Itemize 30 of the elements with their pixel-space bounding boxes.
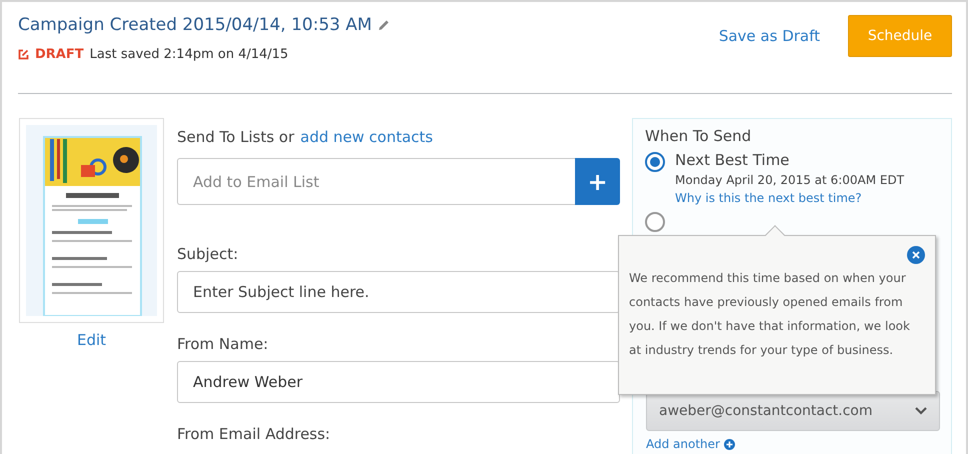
last-saved-text: Last saved 2:14pm on 4/14/15 [90, 47, 288, 62]
text-field[interactable]: Andrew Weber [177, 361, 620, 403]
text-field[interactable]: Enter Subject line here. [177, 271, 620, 313]
campaign-title: Campaign Created 2015/04/14, 10:53 AM [18, 15, 372, 35]
add-contacts-link[interactable]: add new contacts [300, 128, 433, 146]
field-label: From Name: [177, 335, 270, 353]
radio-button[interactable] [645, 152, 665, 172]
close-button[interactable] [907, 246, 925, 264]
option-label: Next Best Time [675, 151, 790, 169]
panel-title: When To Send [645, 127, 752, 145]
tooltip-text: We recommend this time based on when your contacts have previously opened emails from you. If we don't have that information, we look at industry trends for your type of business. [629, 271, 910, 357]
close-icon [912, 251, 920, 259]
field-label: From Email Address: [177, 425, 332, 443]
email-preview-card[interactable] [19, 118, 164, 323]
edit-link[interactable]: Edit [76, 331, 106, 349]
pencil-icon[interactable] [378, 19, 390, 31]
field-label: Subject: [177, 245, 240, 263]
plus-circle-icon [724, 438, 735, 450]
radio-button[interactable] [645, 212, 665, 232]
chevron-down-icon [915, 407, 927, 415]
send-to-label: Send To Lists or [177, 128, 294, 146]
email-list-field[interactable]: Add to Email List [177, 158, 575, 205]
add-another-link[interactable]: Add another [646, 437, 720, 451]
draft-status: DRAFT [35, 47, 84, 62]
add-list-button[interactable]: + [575, 158, 620, 205]
save-draft-link[interactable]: Save as Draft [718, 27, 820, 45]
edit-icon [18, 49, 29, 60]
why-link[interactable]: Why is this the next best time? [675, 191, 904, 205]
email-select[interactable]: aweber@constantcontact.com [646, 391, 940, 431]
send-time-text: Monday April 20, 2015 at 6:00AM EDT [675, 173, 904, 187]
